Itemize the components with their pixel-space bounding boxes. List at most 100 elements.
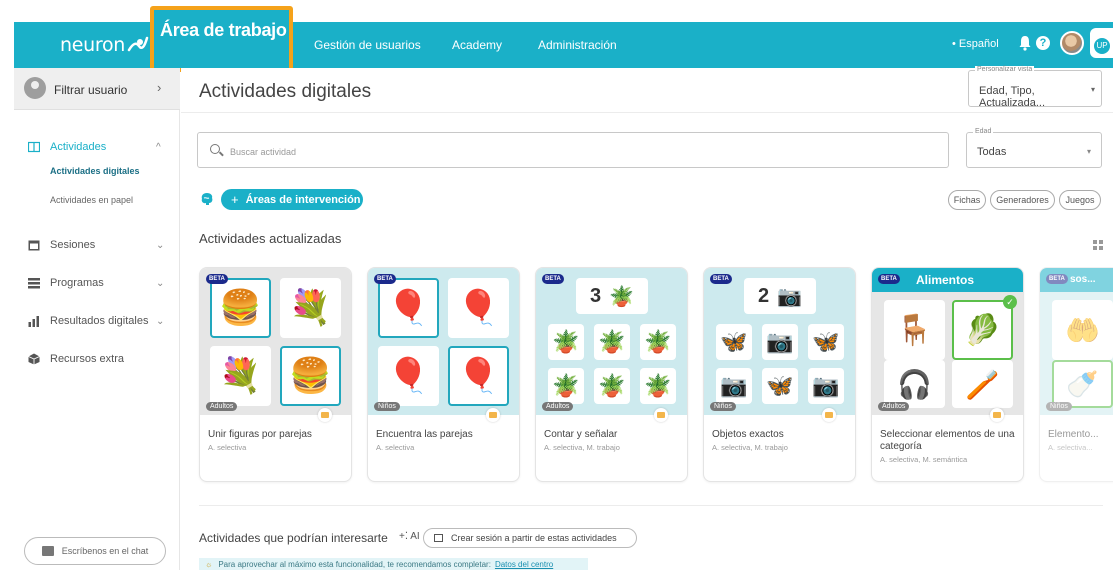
tile: 🦋	[762, 368, 798, 404]
help-icon[interactable]: ?	[1036, 36, 1050, 50]
age-select[interactable]: Edad Todas ▾	[966, 128, 1102, 168]
sidebar-item-label: Resultados digitales	[50, 315, 149, 327]
balloons-icon: 🎈	[387, 289, 430, 327]
card-thumbnail: Alimentos 🪑 🥬 ✓ 🎧 🪥	[872, 268, 1023, 415]
up-logo-text: UP	[1094, 38, 1110, 54]
main-content: Actividades digitales Personalizar vista…	[181, 66, 1113, 570]
title-divider	[181, 112, 1113, 113]
card-thumbnail: 2 📷 🦋 📷 🦋 📷 🦋 📷	[704, 268, 855, 415]
tile: 🦋	[808, 324, 844, 360]
check-icon: ✓	[1003, 295, 1017, 309]
view-select[interactable]: Personalizar vista Edad, Tipo, Actualiza…	[968, 66, 1102, 109]
age-tag: Adultos	[206, 402, 238, 411]
nav-administracion[interactable]: Administración	[538, 38, 617, 52]
activity-card[interactable]: 2 📷 🦋 📷 🦋 📷 🦋 📷 BETA Niños Objetos exact…	[703, 267, 856, 482]
balloons-icon: 🎈	[457, 357, 500, 395]
chip-label: Juegos	[1065, 195, 1095, 205]
tile-selected: 🍼	[1052, 360, 1113, 408]
potted-plant-icon: 🪴	[552, 373, 580, 398]
sidebar-sub-actividades-digitales[interactable]: Actividades digitales	[50, 166, 140, 176]
areas-intervencion-button[interactable]: + Áreas de intervención	[221, 189, 363, 210]
card-thumbnail: sos... 🤲 🍼	[1040, 268, 1113, 415]
beta-badge: BETA	[374, 274, 396, 284]
activity-card[interactable]: 3 🪴 🪴 🪴 🪴 🪴 🪴 🪴 BETA Adultos Contar y se…	[535, 267, 688, 482]
tip-link[interactable]: Datos del centro	[495, 560, 553, 569]
user-placeholder-icon	[24, 77, 46, 99]
bouquet-icon: 💐	[219, 357, 262, 395]
tile-selected: 🍔	[280, 346, 341, 406]
chip-juegos[interactable]: Juegos	[1059, 190, 1101, 210]
tile-selected: 🎈	[448, 346, 509, 406]
page-title: Actividades digitales	[199, 81, 372, 102]
calendar-add-icon[interactable]	[486, 408, 500, 422]
card-title: Encuentra las parejas	[376, 429, 473, 440]
tile: 💐	[210, 346, 271, 406]
sidebar-sub-actividades-papel[interactable]: Actividades en papel	[50, 195, 133, 205]
chat-label: Escríbenos en el chat	[61, 546, 149, 556]
sidebar-item-resultados[interactable]: Resultados digitales ⌄	[28, 312, 164, 330]
sidebar-item-actividades[interactable]: Actividades ^	[28, 138, 161, 156]
count-header: 3 🪴	[576, 278, 648, 314]
tile-selected: 🎈	[378, 278, 439, 338]
card-thumbnail: 🎈 🎈 🎈 🎈	[368, 268, 519, 415]
nav-area-trabajo[interactable]: Área de trabajo	[160, 20, 287, 41]
sidebar-item-programas[interactable]: Programas ⌄	[28, 274, 164, 292]
up-logo: UP	[1090, 28, 1113, 58]
section-title-actualizadas: Actividades actualizadas	[199, 231, 342, 246]
tile: 🪴	[640, 368, 676, 404]
nav-gestion-usuarios[interactable]: Gestión de usuarios	[314, 38, 421, 52]
butterfly-icon: 🦋	[766, 373, 794, 398]
calendar-add-icon[interactable]	[654, 408, 668, 422]
potted-plant-icon: 🪴	[609, 285, 635, 308]
tile: 💐	[280, 278, 341, 338]
tile: 📷	[808, 368, 844, 404]
tile: 🪥	[952, 360, 1013, 408]
toothbrush-icon: 🪥	[965, 368, 1000, 400]
search-input[interactable]: Buscar actividad	[197, 132, 949, 168]
chevron-down-icon: ⌄	[156, 239, 165, 251]
camera-icon: 📷	[720, 373, 748, 398]
activities-icon	[28, 141, 40, 153]
sidebar-item-sesiones[interactable]: Sesiones ⌄	[28, 236, 164, 254]
language-selector[interactable]: • Español	[952, 38, 999, 50]
category-title: sos...	[1070, 274, 1096, 285]
user-avatar[interactable]	[1060, 31, 1084, 55]
activity-card[interactable]: sos... 🤲 🍼 BETA Niños Elemento... A. sel…	[1039, 267, 1113, 482]
chat-button[interactable]: Escríbenos en el chat	[24, 537, 166, 565]
lightbulb-icon: ☼	[205, 559, 213, 569]
activity-card[interactable]: Alimentos 🪑 🥬 ✓ 🎧 🪥 BETA Adultos Selecci…	[871, 267, 1024, 482]
logo-text: neuron	[60, 34, 126, 56]
age-select-label: Edad	[973, 128, 994, 135]
tile: 🎈	[378, 346, 439, 406]
potted-plant-icon: 🪴	[598, 373, 626, 398]
chevron-down-icon: ⌄	[156, 277, 165, 289]
nav-academy[interactable]: Academy	[452, 38, 502, 52]
card-title: Seleccionar elementos de una categoría	[880, 429, 1015, 452]
filter-user-button[interactable]: Filtrar usuario ›	[14, 68, 180, 110]
chevron-right-icon: ›	[157, 80, 162, 95]
calendar-add-icon[interactable]	[990, 408, 1004, 422]
beta-badge: BETA	[206, 274, 228, 284]
create-session-button[interactable]: Crear sesión a partir de estas actividad…	[423, 528, 637, 548]
calendar-add-icon[interactable]	[318, 408, 332, 422]
calendar-add-icon[interactable]	[822, 408, 836, 422]
grid-view-icon[interactable]	[1093, 240, 1103, 250]
beta-badge: BETA	[710, 274, 732, 284]
chip-generadores[interactable]: Generadores	[990, 190, 1055, 210]
activity-card[interactable]: 🎈 🎈 🎈 🎈 BETA Niños Encuentra las parejas…	[367, 267, 520, 482]
sidebar-item-recursos[interactable]: Recursos extra	[28, 350, 124, 368]
beta-badge: BETA	[542, 274, 564, 284]
card-title: Contar y señalar	[544, 429, 618, 440]
tile: 🤲	[1052, 300, 1113, 360]
category-title: Alimentos	[916, 273, 975, 287]
card-title: Unir figuras por parejas	[208, 429, 312, 440]
card-title: Objetos exactos	[712, 429, 784, 440]
hand-icon: 🤲	[1065, 314, 1100, 346]
create-session-label: Crear sesión a partir de estas actividad…	[451, 533, 617, 543]
bell-icon[interactable]	[1018, 35, 1032, 51]
chip-fichas[interactable]: Fichas	[948, 190, 986, 210]
tile: 📷	[762, 324, 798, 360]
card-subtitle: A. selectiva...	[1048, 443, 1093, 452]
activity-card[interactable]: 🍔 💐 💐 🍔 BETA Adultos Unir figuras por pa…	[199, 267, 352, 482]
neuron-logo[interactable]: neuron	[60, 28, 149, 62]
